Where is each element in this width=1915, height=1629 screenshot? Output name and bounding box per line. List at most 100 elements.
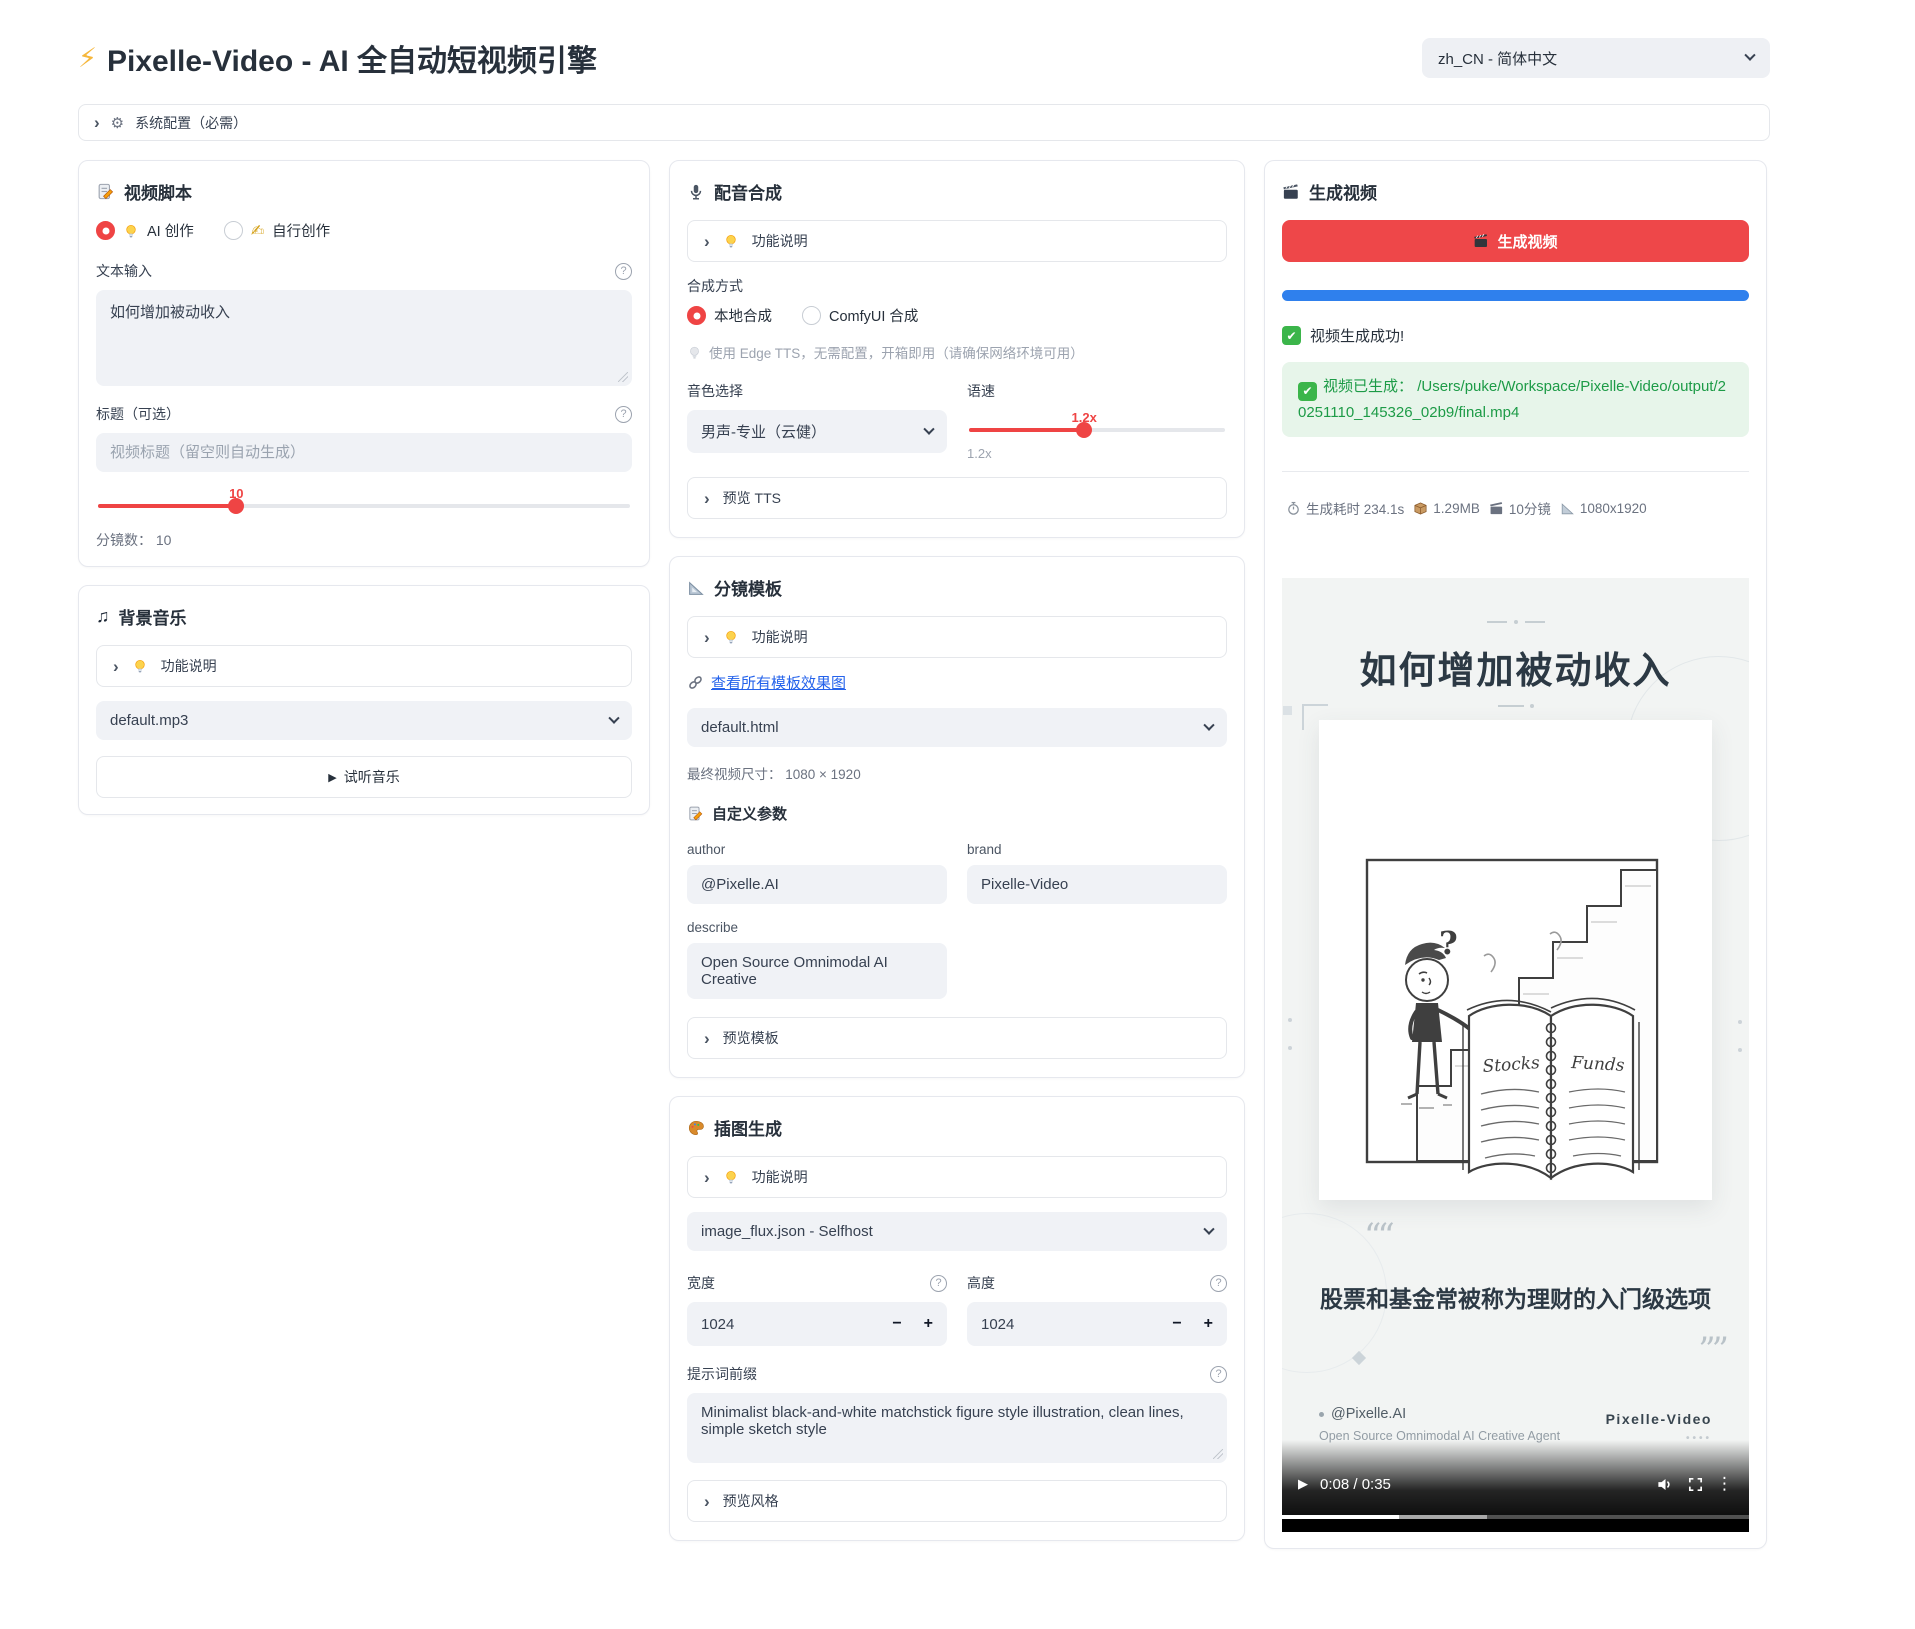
help-icon[interactable]: ? xyxy=(615,406,632,423)
panel-bgm: ♫ 背景音乐 › 功能说明 default.mp3 ▶ 试听音乐 xyxy=(78,585,650,815)
template-title: 分镜模板 xyxy=(687,575,1227,600)
chevron-down-icon xyxy=(1203,719,1214,730)
describe-input[interactable]: Open Source Omnimodal AI Creative xyxy=(687,943,947,999)
chevron-right-icon: › xyxy=(704,490,710,507)
play-icon: ▶ xyxy=(328,771,336,784)
decrement-button[interactable]: − xyxy=(1172,1315,1181,1333)
language-select[interactable]: zh_CN - 简体中文 xyxy=(1422,38,1770,78)
quote-close-icon: ”” xyxy=(1698,1330,1725,1370)
video-script-title: 视频脚本 xyxy=(96,179,632,204)
author-column: author @Pixelle.AI xyxy=(687,840,947,904)
chevron-right-icon: › xyxy=(704,1493,710,1510)
slider-track[interactable] xyxy=(98,504,630,508)
synthesis-mode-label: 合成方式 xyxy=(687,276,1227,296)
system-config-accordion[interactable]: › ⚙ 系统配置（必需） xyxy=(78,104,1770,141)
clapperboard-icon xyxy=(1282,183,1300,201)
chevron-right-icon: › xyxy=(704,629,710,646)
timer-icon xyxy=(1286,501,1301,516)
volume-icon[interactable] xyxy=(1656,1475,1675,1494)
video-credit: @Pixelle.AI Open Source Omnimodal AI Cre… xyxy=(1319,1406,1560,1443)
height-column: 高度 ? 1024 − + xyxy=(967,1269,1227,1346)
tts-help-accordion[interactable]: › 功能说明 xyxy=(687,220,1227,262)
panel-generate: 生成视频 生成视频 ✔ 视频生成成功! ✔视频已生成： /Users/puke/… xyxy=(1264,160,1767,1549)
package-icon xyxy=(1413,501,1428,516)
bulb-icon xyxy=(687,345,702,360)
slider-track[interactable] xyxy=(969,428,1225,432)
bulb-icon xyxy=(723,233,739,249)
video-title-input[interactable] xyxy=(96,433,632,472)
template-file-select[interactable]: default.html xyxy=(687,708,1227,747)
link-icon xyxy=(687,674,704,691)
slider-fill xyxy=(969,428,1084,432)
credit-author: @Pixelle.AI xyxy=(1331,1406,1406,1422)
triangle-ruler-icon xyxy=(687,579,705,597)
width-stepper[interactable]: 1024 − + xyxy=(687,1302,947,1346)
fullscreen-icon[interactable] xyxy=(1687,1476,1704,1493)
width-label-row: 宽度 ? xyxy=(687,1273,947,1293)
slider-handle[interactable] xyxy=(1076,422,1092,438)
speed-slider[interactable]: 1.2x xyxy=(969,410,1225,432)
preview-music-button[interactable]: ▶ 试听音乐 xyxy=(96,756,632,798)
video-bottom-strip xyxy=(1282,1519,1749,1532)
view-templates-link[interactable]: 查看所有模板效果图 xyxy=(711,672,846,693)
radio-self-create[interactable]: ✍ 自行创作 xyxy=(224,220,330,241)
panel-template: 分镜模板 › 功能说明 查看所有模板效果图 default.html 最终视频尺… xyxy=(669,556,1245,1078)
slider-handle[interactable] xyxy=(228,498,244,514)
stat-shots: 10分镜 xyxy=(1509,498,1551,518)
voice-column: 音色选择 男声-专业（云健） xyxy=(687,377,947,461)
increment-button[interactable]: + xyxy=(924,1315,933,1333)
height-stepper[interactable]: 1024 − + xyxy=(967,1302,1227,1346)
bgm-title: ♫ 背景音乐 xyxy=(96,604,632,629)
final-size-note: 最终视频尺寸： 1080 × 1920 xyxy=(687,763,1227,783)
decor-dashes xyxy=(1487,620,1545,624)
bgm-help-accordion[interactable]: › 功能说明 xyxy=(96,645,632,687)
help-icon[interactable]: ? xyxy=(1210,1275,1227,1292)
video-preview[interactable]: 如何增加被动收入 xyxy=(1282,578,1749,1532)
help-icon[interactable]: ? xyxy=(930,1275,947,1292)
gear-icon: ⚙ xyxy=(111,114,124,132)
kebab-menu-icon[interactable]: ⋮ xyxy=(1716,1474,1733,1494)
voice-select[interactable]: 男声-专业（云健） xyxy=(687,410,947,453)
script-mode-radios: AI 创作 ✍ 自行创作 xyxy=(96,220,632,241)
bulb-icon xyxy=(132,658,148,674)
chevron-down-icon xyxy=(608,712,619,723)
help-icon[interactable]: ? xyxy=(615,263,632,280)
book-label-funds: Funds xyxy=(1570,1053,1626,1076)
template-help-accordion[interactable]: › 功能说明 xyxy=(687,616,1227,658)
panel-video-script: 视频脚本 AI 创作 ✍ 自行创作 文本输入 ? xyxy=(78,160,650,567)
increment-button[interactable]: + xyxy=(1204,1315,1213,1333)
play-button[interactable]: ▶ xyxy=(1298,1476,1308,1492)
progress-bar xyxy=(1282,290,1749,301)
illustration-title: 插图生成 xyxy=(687,1115,1227,1140)
stat-resolution: 1080x1920 xyxy=(1580,501,1647,516)
radio-ai-create[interactable]: AI 创作 xyxy=(96,220,194,241)
video-controls: ▶ 0:08 / 0:35 ⋮ xyxy=(1282,1440,1749,1532)
memo-icon xyxy=(96,182,115,201)
help-icon[interactable]: ? xyxy=(1210,1366,1227,1383)
author-input[interactable]: @Pixelle.AI xyxy=(687,865,947,904)
style-preview-accordion[interactable]: › 预览风格 xyxy=(687,1480,1227,1522)
language-value: zh_CN - 简体中文 xyxy=(1438,48,1557,69)
radio-local-synthesis[interactable]: 本地合成 xyxy=(687,305,772,326)
radio-comfyui-synthesis[interactable]: ComfyUI 合成 xyxy=(802,305,918,326)
shot-count-slider[interactable]: 10 xyxy=(98,486,630,508)
illustration-help-accordion[interactable]: › 功能说明 xyxy=(687,1156,1227,1198)
success-message: ✔ 视频生成成功! xyxy=(1282,325,1749,346)
prompt-prefix-input[interactable]: Minimalist black-and-white matchstick fi… xyxy=(687,1393,1227,1463)
chevron-down-icon xyxy=(923,423,934,434)
quote-open-icon: ““ xyxy=(1364,1216,1391,1256)
template-preview-accordion[interactable]: › 预览模板 xyxy=(687,1017,1227,1059)
workflow-select[interactable]: image_flux.json - Selfhost xyxy=(687,1212,1227,1251)
decrement-button[interactable]: − xyxy=(892,1315,901,1333)
page-title: ⚡ Pixelle-Video - AI 全自动短视频引擎 xyxy=(78,36,597,80)
triangle-ruler-icon xyxy=(1560,501,1575,516)
check-icon: ✔ xyxy=(1298,382,1317,401)
generate-video-button[interactable]: 生成视频 xyxy=(1282,220,1749,262)
bgm-file-select[interactable]: default.mp3 xyxy=(96,701,632,740)
brand-input[interactable]: Pixelle-Video xyxy=(967,865,1227,904)
tts-preview-accordion[interactable]: › 预览 TTS xyxy=(687,477,1227,519)
script-text-input[interactable]: 如何增加被动收入 xyxy=(96,290,632,386)
bulb-icon xyxy=(723,1169,739,1185)
edge-tts-tip: 使用 Edge TTS，无需配置，开箱即用（请确保网络环境可用） xyxy=(687,342,1227,362)
divider xyxy=(1282,471,1749,472)
